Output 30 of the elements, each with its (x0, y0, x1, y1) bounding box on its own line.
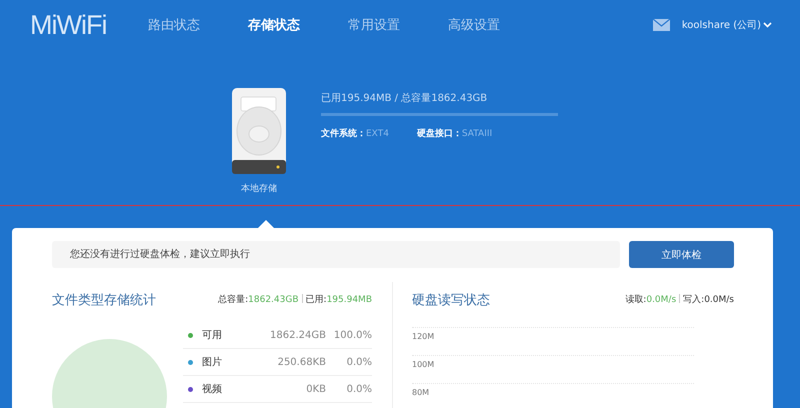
section-title: 文件类型存储统计 (52, 292, 156, 308)
nav-tab[interactable]: 高级设置 (448, 16, 548, 34)
mail-icon[interactable] (652, 19, 670, 31)
nav-tab[interactable]: 常用设置 (348, 16, 448, 34)
disk-label: 本地存储 (241, 182, 277, 195)
axis-label: 80M (412, 387, 430, 397)
file-type-percent: 0.0% (346, 356, 372, 368)
capacity-summary: 总容量:1862.43GB 已用:195.94MB (218, 293, 372, 306)
file-type-name: 可用 (202, 329, 223, 342)
disk-detail: 文件系统：EXT4 (321, 127, 389, 140)
nav-tab[interactable]: 存储状态 (248, 16, 348, 34)
axis-label: 100M (412, 359, 434, 369)
file-type-size: 1862.24GB (270, 330, 326, 340)
file-type-name: 图片 (202, 356, 223, 369)
section-title: 硬盘读写状态 (412, 292, 490, 308)
file-type-percent: 0.0% (346, 384, 372, 394)
usage-text: 已用195.94MB / 总容量1862.43GB (321, 92, 488, 105)
caret-icon (763, 22, 772, 28)
axis-label: 120M (412, 331, 434, 341)
read-write-speed: 读取:0.0M/s 写入:0.0M/s (625, 293, 734, 306)
file-type-percent: 100.0% (332, 330, 372, 340)
disk-detail: 硬盘接口：SATAIII (416, 127, 492, 140)
file-type-size: 250.68KB (278, 356, 326, 368)
logo: MiWiFi (30, 10, 108, 40)
notice-message: 您还没有进行过硬盘体检，建议立即执行 (52, 241, 620, 268)
file-type-size: 0KB (306, 384, 326, 394)
file-type-name: 视频 (202, 382, 223, 396)
user-menu[interactable]: koolshare (公司) (682, 18, 772, 32)
nav-tab[interactable]: 路由状态 (148, 16, 248, 34)
check-now-button[interactable]: 立即体检 (629, 241, 734, 268)
